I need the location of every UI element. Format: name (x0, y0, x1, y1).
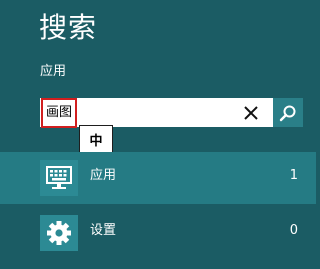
result-count: 1 (289, 168, 298, 183)
page-title: 搜索 (39, 11, 98, 44)
close-icon (244, 105, 258, 120)
result-count: 0 (289, 223, 298, 238)
result-row-settings[interactable]: 设置 0 (0, 207, 316, 259)
ime-mode-indicator: 中 (79, 125, 113, 154)
search-query-text[interactable]: 画图 (41, 98, 78, 128)
search-charm-pane: 搜索 应用 画图 中 应用 1 设置 0 (0, 0, 316, 269)
keyboard-monitor-icon (46, 166, 72, 189)
settings-tile (40, 215, 78, 251)
apps-tile (40, 160, 78, 196)
search-icon (279, 105, 296, 121)
result-label: 设置 (90, 223, 117, 238)
gear-icon (47, 221, 71, 245)
result-label: 应用 (90, 168, 117, 183)
result-row-apps[interactable]: 应用 1 (0, 152, 316, 204)
search-button[interactable] (273, 98, 303, 127)
search-scope-label[interactable]: 应用 (40, 63, 66, 81)
clear-button[interactable] (235, 98, 267, 127)
